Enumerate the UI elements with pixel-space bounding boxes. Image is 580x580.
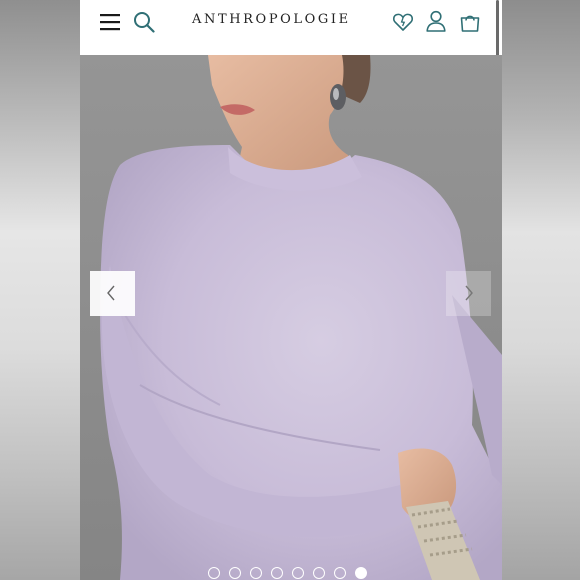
site-header: ANTHROPOLOGIE bbox=[80, 0, 502, 125]
product-image bbox=[80, 55, 502, 580]
previous-image-button[interactable] bbox=[90, 271, 135, 316]
menu-icon[interactable] bbox=[100, 13, 120, 31]
carousel-dot[interactable] bbox=[208, 567, 220, 579]
brand-logo[interactable]: ANTHROPOLOGIE bbox=[192, 12, 351, 27]
carousel-dot[interactable] bbox=[334, 567, 346, 579]
bag-icon[interactable] bbox=[459, 11, 481, 33]
backdrop-left bbox=[0, 0, 80, 580]
carousel-dot[interactable] bbox=[229, 567, 241, 579]
carousel-dot[interactable] bbox=[271, 567, 283, 579]
heart-icon[interactable] bbox=[392, 11, 414, 33]
carousel-dot[interactable] bbox=[250, 567, 262, 579]
user-icon[interactable] bbox=[426, 10, 446, 32]
backdrop-right bbox=[502, 0, 580, 580]
carousel-dot[interactable] bbox=[292, 567, 304, 579]
phone-screen: ANTHROPOLOGIE bbox=[80, 0, 502, 580]
carousel-pagination bbox=[208, 567, 378, 579]
carousel-dot[interactable] bbox=[355, 567, 367, 579]
chevron-right-icon bbox=[465, 285, 473, 301]
next-image-button[interactable] bbox=[446, 271, 491, 316]
chevron-left-icon bbox=[107, 285, 115, 301]
carousel-dot[interactable] bbox=[313, 567, 325, 579]
search-icon[interactable] bbox=[133, 11, 155, 33]
